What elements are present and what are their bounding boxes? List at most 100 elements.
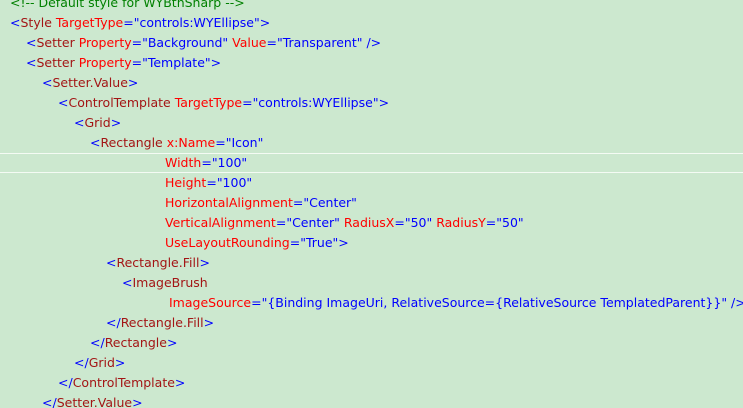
code-token-tag: Setter	[36, 35, 75, 50]
code-token-bracket: >	[378, 95, 390, 110]
code-token-bracket: <	[42, 75, 53, 90]
code-token-bracket: =	[251, 295, 262, 310]
code-token-tag: ImageBrush	[132, 275, 208, 290]
code-line[interactable]: Height="100"	[165, 173, 252, 193]
code-line[interactable]: <Setter Property="Background" Value="Tra…	[26, 33, 381, 53]
code-line[interactable]: <!-- Default style for WYBtnSharp -->	[10, 0, 245, 13]
code-token-value: "controls:WYEllipse"	[252, 95, 379, 110]
code-token-bracket: =	[131, 55, 143, 70]
code-token-bracket: =	[123, 15, 134, 30]
code-token-bracket: =	[131, 35, 143, 50]
code-token-attr: Width	[165, 155, 202, 170]
code-token-attr: Value	[228, 35, 267, 50]
code-token-bracket: <	[26, 35, 37, 50]
code-token-value: "Background"	[142, 35, 229, 50]
code-token-bracket: >	[110, 115, 122, 130]
code-token-value: "True"	[300, 235, 339, 250]
code-token-bracket: >	[210, 55, 222, 70]
code-token-value: "{Binding ImageUri, RelativeSource={Rela…	[261, 295, 728, 310]
code-line[interactable]: <Rectangle x:Name="Icon"	[90, 133, 263, 153]
code-line[interactable]: VerticalAlignment="Center" RadiusX="50" …	[165, 213, 524, 233]
code-token-attr: UseLayoutRounding	[165, 235, 290, 250]
code-token-attr: HorizontalAlignment	[165, 195, 293, 210]
code-token-bracket: >	[174, 375, 186, 390]
code-token-bracket: =	[292, 195, 304, 210]
code-token-tag: ControlTemplate	[68, 95, 171, 110]
code-token-bracket: >	[132, 395, 143, 408]
code-token-attr: ImageSource	[169, 295, 252, 310]
code-token-value: "Transparent"	[276, 35, 363, 50]
code-token-tag: Grid	[88, 355, 115, 370]
code-token-bracket: </	[74, 355, 89, 370]
code-token-bracket: <	[90, 135, 101, 150]
code-token-bracket: </	[58, 375, 73, 390]
code-token-value: "Center"	[303, 195, 357, 210]
code-token-tag: Rectangle	[100, 135, 163, 150]
code-token-value: "Template"	[142, 55, 211, 70]
code-token-tag: Setter	[36, 55, 75, 70]
code-editor[interactable]: <!-- Default style for WYBtnSharp --> <St…	[0, 0, 743, 408]
code-line[interactable]: UseLayoutRounding="True">	[165, 233, 349, 253]
code-token-bracket: =	[394, 215, 405, 230]
code-line[interactable]: </Rectangle>	[90, 333, 177, 353]
code-token-value: "50"	[496, 215, 524, 230]
code-token-comment: <!-- Default style for WYBtnSharp -->	[10, 0, 245, 10]
code-token-bracket: <	[58, 95, 69, 110]
code-token-tag: Grid	[84, 115, 111, 130]
code-token-bracket: >	[259, 15, 271, 30]
code-token-attr: RadiusY	[432, 215, 486, 230]
code-token-attr: Property	[74, 55, 132, 70]
code-token-bracket: <	[10, 15, 21, 30]
code-token-bracket: <	[106, 255, 117, 270]
code-line-current[interactable]: Width="100"	[0, 153, 743, 173]
code-line[interactable]: </ControlTemplate>	[58, 373, 185, 393]
code-token-attr: TargetType	[170, 95, 243, 110]
code-token-bracket: =	[206, 175, 217, 190]
code-token-value: "Icon"	[225, 135, 264, 150]
code-token-tag: Style	[20, 15, 52, 30]
code-line[interactable]: <Style TargetType="controls:WYEllipse">	[10, 13, 270, 33]
code-token-bracket: =	[275, 215, 287, 230]
code-line[interactable]: ImageSource="{Binding ImageUri, Relative…	[169, 293, 743, 313]
code-token-bracket: >	[114, 355, 126, 370]
code-token-bracket: =	[289, 235, 301, 250]
code-token-tag: Rectangle.Fill	[116, 255, 200, 270]
code-line[interactable]: <Grid>	[74, 113, 121, 133]
code-token-bracket: =	[201, 155, 212, 170]
code-line[interactable]: </Rectangle.Fill>	[106, 313, 214, 333]
code-line[interactable]: </Setter.Value>	[42, 393, 143, 408]
code-token-value: "controls:WYEllipse"	[133, 15, 260, 30]
code-token-bracket: <	[26, 55, 37, 70]
code-token-tag: Setter.Value	[52, 75, 128, 90]
code-line[interactable]: <Setter Property="Template">	[26, 53, 221, 73]
code-line[interactable]: HorizontalAlignment="Center"	[165, 193, 357, 213]
code-token-attr: Property	[74, 35, 132, 50]
code-token-bracket: =	[485, 215, 497, 230]
code-line[interactable]: <Setter.Value>	[42, 73, 138, 93]
code-token-bracket: </	[90, 335, 105, 350]
code-token-attr: RadiusX	[339, 215, 395, 230]
code-line[interactable]: <Rectangle.Fill>	[106, 253, 210, 273]
code-token-tag: ControlTemplate	[72, 375, 175, 390]
code-token-tag: Rectangle.Fill	[120, 315, 204, 330]
code-token-tag: Setter.Value	[56, 395, 133, 408]
code-token-bracket: >	[199, 255, 210, 270]
code-token-value: "100"	[211, 155, 248, 170]
code-token-value: "50"	[404, 215, 433, 230]
code-token-bracket: =	[266, 35, 277, 50]
code-token-bracket: =	[242, 95, 253, 110]
code-token-bracket: </	[106, 315, 121, 330]
code-token-bracket: />	[362, 35, 382, 50]
code-line[interactable]: </Grid>	[74, 353, 125, 373]
code-token-bracket: >	[338, 235, 349, 250]
code-token-attr: x:Name	[162, 135, 216, 150]
code-line[interactable]: <ImageBrush	[122, 273, 208, 293]
code-token-attr: VerticalAlignment	[165, 215, 276, 230]
code-token-bracket: <	[74, 115, 85, 130]
code-token-attr: Height	[165, 175, 207, 190]
code-token-tag: Rectangle	[104, 335, 167, 350]
code-token-bracket: >	[166, 335, 178, 350]
code-token-bracket: />	[731, 295, 743, 310]
code-token-bracket: >	[203, 315, 215, 330]
code-line[interactable]: <ControlTemplate TargetType="controls:WY…	[58, 93, 389, 113]
